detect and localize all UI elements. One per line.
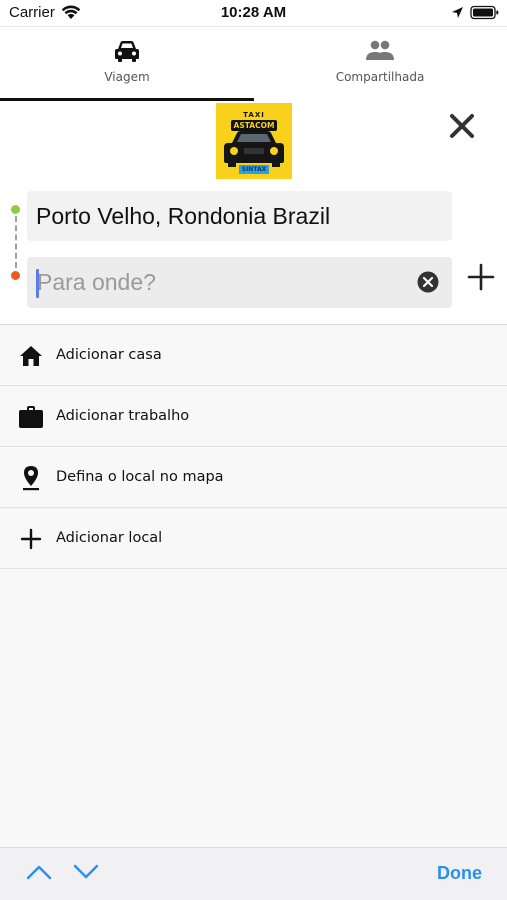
clear-icon: [417, 271, 439, 293]
list-item-add-work[interactable]: Adicionar trabalho: [0, 386, 507, 447]
company-logo: TAXI ASTACOM SINTAX: [216, 103, 292, 179]
tab-viagem[interactable]: Viagem: [0, 28, 254, 101]
destination-input[interactable]: [37, 257, 407, 308]
destination-dot: [11, 271, 20, 280]
list-item-label: Adicionar local: [56, 530, 163, 546]
shortcut-list: Adicionar casa Adicionar trabalho Defina…: [0, 324, 507, 569]
map-pin-icon: [23, 466, 39, 491]
plus-icon: [467, 263, 495, 291]
list-item-label: Defina o local no mapa: [56, 469, 224, 485]
previous-field-button[interactable]: [26, 864, 52, 884]
list-item-add-place[interactable]: Adicionar local: [0, 508, 507, 569]
text-caret: [36, 269, 39, 298]
chevron-up-icon: [26, 865, 52, 880]
route-connector: [15, 216, 17, 268]
logo-tag-text: SINTAX: [239, 165, 269, 174]
tab-compartilhada[interactable]: Compartilhada: [253, 28, 507, 101]
status-bar: Carrier 10:28 AM: [0, 0, 507, 27]
list-item-label: Adicionar trabalho: [56, 408, 190, 424]
list-item-add-home[interactable]: Adicionar casa: [0, 325, 507, 386]
plus-icon: [20, 528, 42, 550]
car-icon: [115, 41, 139, 62]
next-field-button[interactable]: [73, 864, 99, 884]
people-icon: [366, 40, 394, 60]
logo-taxi-text: TAXI: [243, 111, 265, 119]
list-item-label: Adicionar casa: [56, 347, 162, 363]
destination-field-container: [27, 257, 452, 308]
done-button[interactable]: Done: [437, 863, 482, 884]
taxi-car-icon: [224, 131, 284, 167]
clear-destination-button[interactable]: [417, 271, 439, 293]
home-icon: [20, 346, 42, 366]
list-item-set-on-map[interactable]: Defina o local no mapa: [0, 447, 507, 508]
tab-compartilhada-label: Compartilhada: [335, 70, 425, 84]
briefcase-icon: [19, 406, 43, 428]
add-stop-button[interactable]: [466, 262, 496, 292]
close-icon: [450, 114, 474, 138]
origin-dot: [11, 205, 20, 214]
clock-label: 10:28 AM: [220, 4, 287, 21]
battery-icon: [470, 5, 499, 20]
selected-tab-indicator: [0, 98, 254, 101]
location-arrow-icon: [452, 7, 463, 18]
keyboard-accessory-bar: Done: [0, 847, 507, 900]
origin-field[interactable]: Porto Velho, Rondonia Brazil: [27, 191, 452, 241]
tab-viagem-label: Viagem: [104, 70, 150, 84]
close-button[interactable]: [447, 111, 477, 141]
chevron-down-icon: [73, 864, 99, 879]
